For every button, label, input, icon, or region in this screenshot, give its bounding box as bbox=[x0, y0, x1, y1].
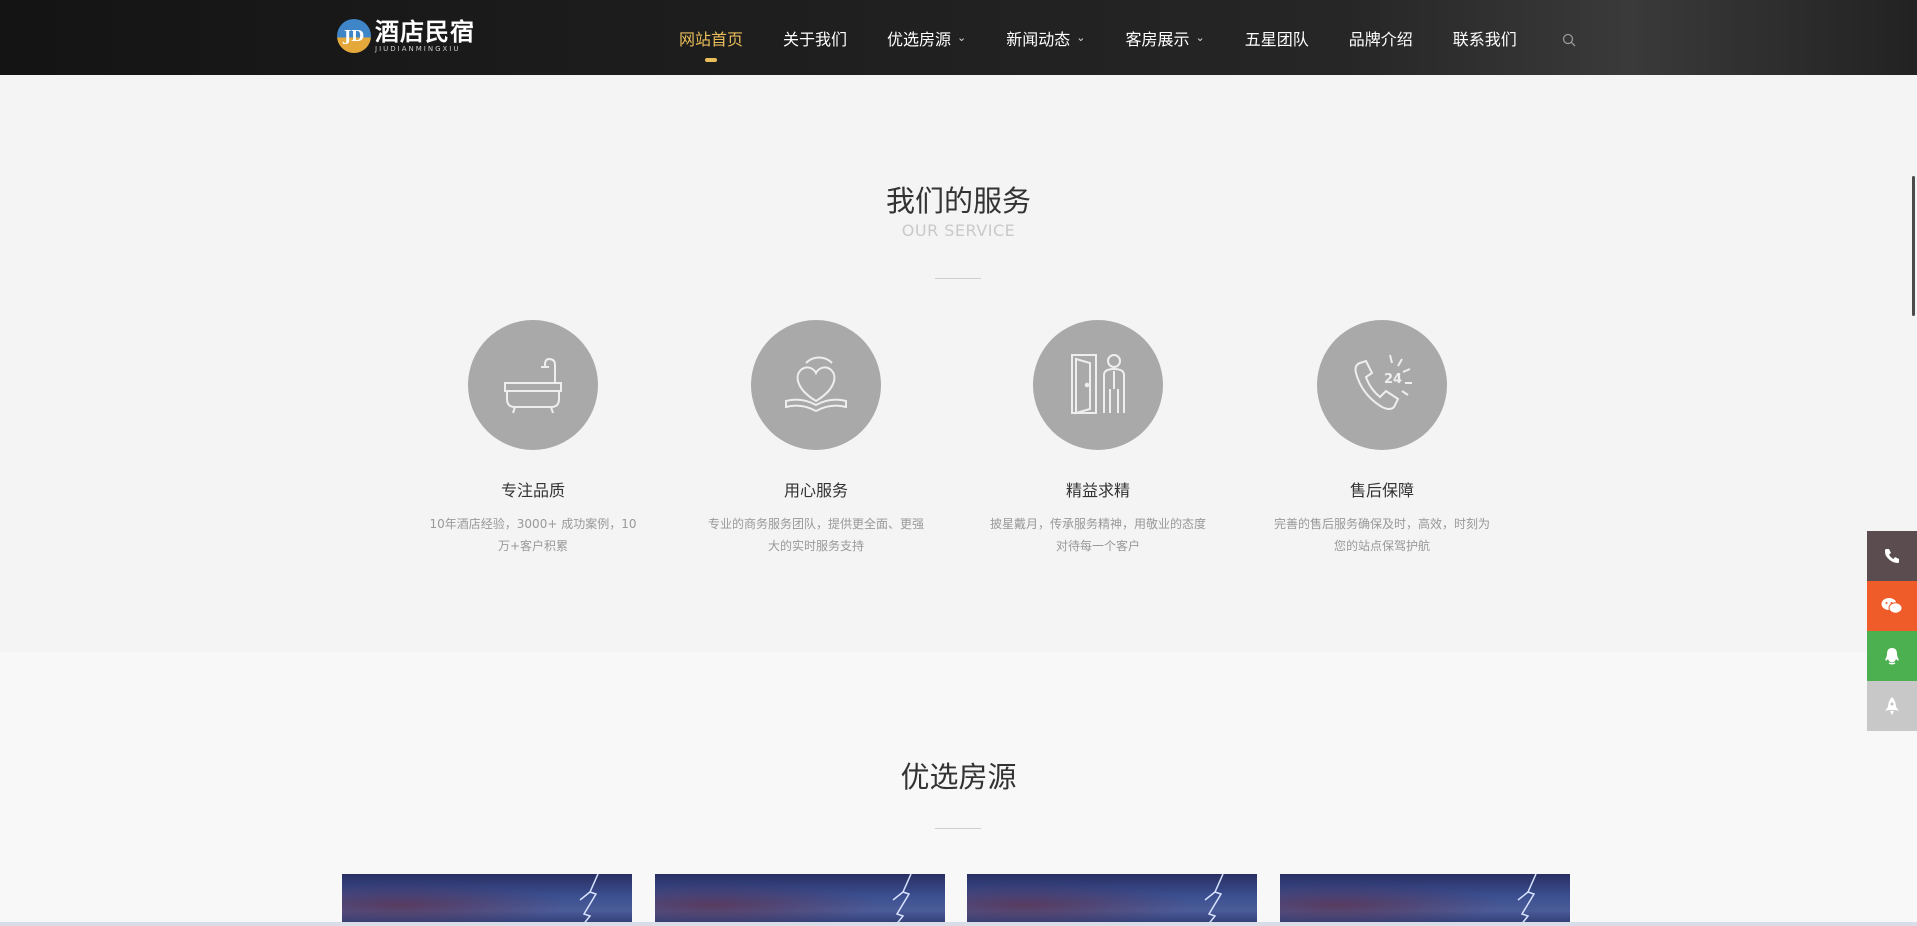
back-to-top-button[interactable] bbox=[1867, 681, 1917, 731]
section-title: 优选房源 bbox=[900, 760, 1017, 794]
site-logo[interactable]: JD 酒店民宿 JIUDIANMINGXIU bbox=[337, 19, 475, 53]
service-desc: 披星戴月，传承服务精神，用敬业的态度对待每一个客户 bbox=[990, 517, 1207, 553]
rooms-section: 优选房源 bbox=[0, 652, 1917, 926]
window-bottom-edge bbox=[0, 922, 1917, 926]
service-icon-circle bbox=[751, 320, 881, 450]
nav-item-showroom[interactable]: 客房展示 ⌄ bbox=[1126, 0, 1205, 75]
nav-label: 五星团队 bbox=[1244, 29, 1309, 49]
site-header: JD 酒店民宿 JIUDIANMINGXIU 网站首页 关于我们 优选房源 ⌄ … bbox=[0, 0, 1917, 75]
lightning-image bbox=[579, 874, 599, 926]
service-section: 我们的服务 OUR SERVICE 专注品质 10年酒店经验，3000+ 成功案… bbox=[0, 75, 1917, 652]
door-person-icon bbox=[1071, 354, 1125, 415]
section-divider bbox=[935, 278, 981, 279]
phone-24-icon: 24 bbox=[1354, 354, 1412, 410]
nav-label: 联系我们 bbox=[1452, 29, 1517, 49]
lightning-image bbox=[1517, 874, 1537, 926]
room-card-image[interactable] bbox=[655, 874, 945, 926]
nav-label: 网站首页 bbox=[679, 29, 744, 49]
nav-label: 优选房源 bbox=[887, 29, 952, 49]
search-icon[interactable] bbox=[1562, 33, 1576, 47]
service-desc: 专业的商务服务团队，提供更全面、更强大的实时服务支持 bbox=[708, 517, 925, 553]
nav-label: 品牌介绍 bbox=[1348, 29, 1413, 49]
heart-book-icon bbox=[785, 356, 847, 413]
wechat-button[interactable] bbox=[1867, 581, 1917, 631]
nav-item-team[interactable]: 五星团队 bbox=[1245, 0, 1309, 75]
nav-item-about[interactable]: 关于我们 bbox=[783, 0, 847, 75]
room-card-image[interactable] bbox=[967, 874, 1257, 926]
section-subtitle: OUR SERVICE bbox=[901, 221, 1016, 240]
service-icon-circle bbox=[1033, 320, 1163, 450]
service-card[interactable]: 用心服务 专业的商务服务团队，提供更全面、更强大的实时服务支持 bbox=[696, 320, 936, 557]
logo-name: 酒店民宿 bbox=[375, 17, 475, 46]
section-title: 我们的服务 bbox=[885, 184, 1031, 218]
phone-button[interactable] bbox=[1867, 531, 1917, 581]
logo-pinyin: JIUDIANMINGXIU bbox=[375, 45, 461, 53]
phone-icon bbox=[1885, 549, 1899, 563]
service-icon-circle bbox=[468, 320, 598, 450]
qq-icon bbox=[1885, 648, 1899, 665]
chevron-down-icon: ⌄ bbox=[1195, 31, 1205, 44]
lightning-image bbox=[892, 874, 912, 926]
nav-label: 新闻动态 bbox=[1006, 29, 1071, 49]
active-indicator bbox=[705, 58, 717, 62]
service-card[interactable]: 专注品质 10年酒店经验，3000+ 成功案例，10万+客户积累 bbox=[413, 320, 653, 557]
service-title: 专注品质 bbox=[500, 481, 565, 500]
service-card[interactable]: 精益求精 披星戴月，传承服务精神，用敬业的态度对待每一个客户 bbox=[978, 320, 1218, 557]
service-icon-circle: 24 bbox=[1317, 320, 1447, 450]
service-title: 精益求精 bbox=[1065, 481, 1130, 500]
section-divider bbox=[935, 828, 981, 829]
chevron-down-icon: ⌄ bbox=[1076, 31, 1086, 44]
room-card-image[interactable] bbox=[342, 874, 632, 926]
lightning-image bbox=[1204, 874, 1224, 926]
nav-item-home[interactable]: 网站首页 bbox=[679, 0, 743, 75]
nav-label: 关于我们 bbox=[783, 29, 848, 49]
bathtub-icon bbox=[504, 357, 562, 414]
nav-item-contact[interactable]: 联系我们 bbox=[1453, 0, 1517, 75]
floating-contact-bar bbox=[1867, 531, 1917, 731]
wechat-icon bbox=[1881, 598, 1903, 614]
main-nav: 网站首页 关于我们 优选房源 ⌄ 新闻动态 ⌄ 客房展示 ⌄ 五星团队 品牌介绍… bbox=[662, 0, 1517, 75]
nav-label: 客房展示 bbox=[1125, 29, 1190, 49]
nav-item-rooms[interactable]: 优选房源 ⌄ bbox=[887, 0, 966, 75]
nav-item-news[interactable]: 新闻动态 ⌄ bbox=[1006, 0, 1085, 75]
service-title: 售后保障 bbox=[1349, 481, 1414, 500]
rocket-top-icon bbox=[1885, 697, 1899, 715]
service-title: 用心服务 bbox=[783, 481, 848, 500]
qq-button[interactable] bbox=[1867, 631, 1917, 681]
chevron-down-icon: ⌄ bbox=[957, 31, 967, 44]
service-desc: 10年酒店经验，3000+ 成功案例，10万+客户积累 bbox=[429, 517, 637, 553]
service-desc: 完善的售后服务确保及时，高效，时刻为您的站点保驾护航 bbox=[1274, 517, 1491, 553]
svg-text:24: 24 bbox=[1384, 372, 1402, 387]
scrollbar-thumb[interactable] bbox=[1912, 176, 1915, 316]
logo-mark: JD bbox=[337, 19, 371, 53]
room-card-image[interactable] bbox=[1280, 874, 1570, 926]
nav-item-brand[interactable]: 品牌介绍 bbox=[1349, 0, 1413, 75]
service-card[interactable]: 24 售后保障 完善的售后服务确保及时，高效，时刻为您的站点保驾护航 bbox=[1262, 320, 1502, 557]
